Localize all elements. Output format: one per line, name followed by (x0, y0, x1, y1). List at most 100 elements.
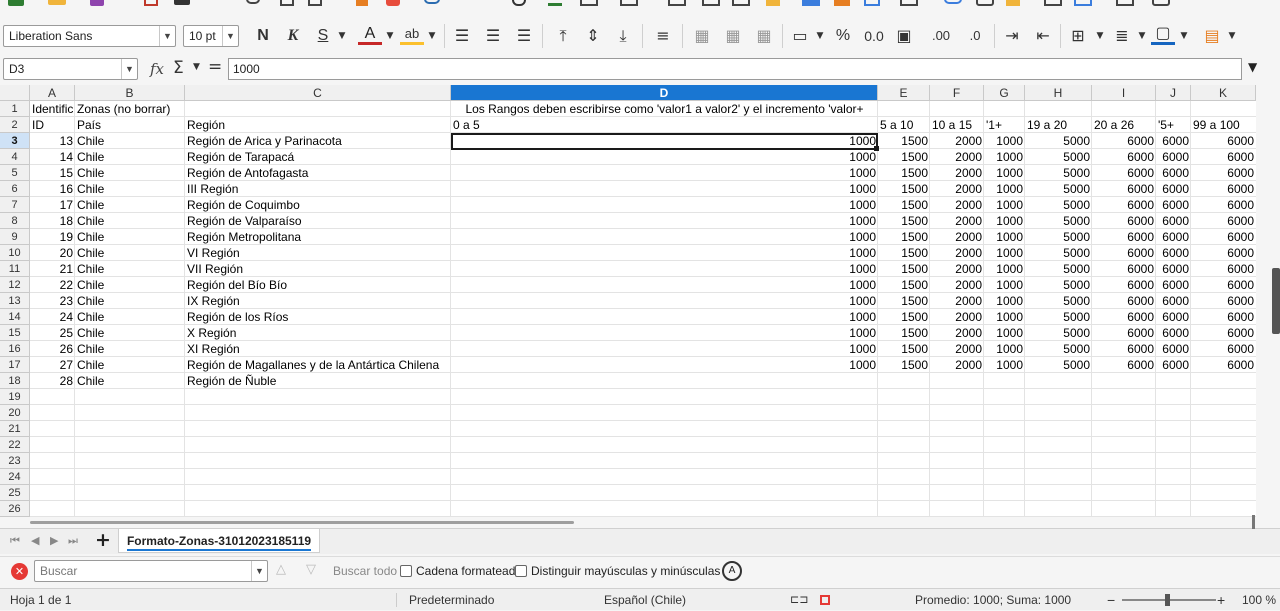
price-cell[interactable]: 5000 (1025, 149, 1092, 165)
price-cell[interactable]: 5000 (1025, 277, 1092, 293)
price-cell[interactable]: 1000 (984, 149, 1025, 165)
header-cell-range-note[interactable]: Los Rangos deben escribirse como 'valor1… (451, 101, 878, 117)
row-header-22[interactable]: 22 (0, 437, 30, 453)
price-cell[interactable]: 1000 (984, 341, 1025, 357)
price-cell[interactable]: 6000 (1156, 165, 1191, 181)
underline-dropdown[interactable]: ▼ (336, 24, 348, 48)
hyperlink-icon[interactable] (944, 0, 962, 4)
price-cell[interactable]: 6000 (1092, 293, 1156, 309)
price-cell[interactable]: 1500 (878, 325, 930, 341)
price-cell[interactable]: 5000 (1025, 197, 1092, 213)
row-header-21[interactable]: 21 (0, 421, 30, 437)
date-format-icon[interactable]: ▣ (892, 24, 916, 48)
price-cell[interactable]: 6000 (1156, 309, 1191, 325)
price-cell[interactable]: 5000 (1025, 261, 1092, 277)
page-style[interactable]: Predeterminado (409, 589, 494, 611)
price-cell[interactable]: 1000 (451, 229, 878, 245)
row-header-25[interactable]: 25 (0, 485, 30, 501)
align-bottom-icon[interactable]: ⤓ (611, 24, 635, 48)
print-icon[interactable] (174, 0, 190, 5)
highlight-button[interactable]: ab (400, 23, 424, 45)
clear-format-icon[interactable] (386, 0, 400, 6)
country-cell[interactable]: Chile (75, 229, 185, 245)
price-cell[interactable]: 1500 (878, 149, 930, 165)
price-cell[interactable]: 1000 (451, 293, 878, 309)
header-cell-zones-title[interactable]: Zonas (no borrar) (75, 101, 185, 117)
price-cell[interactable]: 1500 (878, 261, 930, 277)
align-right-icon[interactable]: ☰ (512, 24, 536, 48)
region-cell[interactable]: III Región (185, 181, 451, 197)
font-name-combo[interactable]: Liberation Sans ▼ (3, 25, 176, 47)
price-cell[interactable]: 6000 (1092, 165, 1156, 181)
align-center-icon[interactable]: ☰ (481, 24, 505, 48)
country-cell[interactable]: Chile (75, 165, 185, 181)
row-header-19[interactable]: 19 (0, 389, 30, 405)
price-cell[interactable]: 1500 (878, 229, 930, 245)
column-label-cell[interactable]: 19 a 20 (1025, 117, 1092, 133)
price-cell[interactable]: 1000 (984, 245, 1025, 261)
horizontal-scrollbar[interactable] (30, 521, 574, 524)
row-header-15[interactable]: 15 (0, 325, 30, 341)
column-label-cell[interactable]: ID (30, 117, 75, 133)
column-label-cell[interactable]: 0 a 5 (451, 117, 878, 133)
price-cell[interactable]: 1000 (451, 149, 878, 165)
row-header-10[interactable]: 10 (0, 245, 30, 261)
country-cell[interactable]: Chile (75, 261, 185, 277)
region-cell[interactable]: Región de Antofagasta (185, 165, 451, 181)
border-style-dropdown[interactable]: ▼ (1136, 24, 1148, 48)
country-cell[interactable]: Chile (75, 325, 185, 341)
column-header-b[interactable]: B (75, 85, 185, 101)
price-cell[interactable]: 1500 (878, 197, 930, 213)
save-icon[interactable] (90, 0, 104, 6)
clone-format-icon[interactable] (356, 0, 368, 6)
price-cell[interactable]: 5000 (1025, 325, 1092, 341)
price-cell[interactable]: 1000 (984, 357, 1025, 373)
price-cell[interactable]: 1500 (878, 181, 930, 197)
price-cell[interactable]: 6000 (1092, 181, 1156, 197)
price-cell[interactable]: 6000 (1191, 341, 1256, 357)
row-header-11[interactable]: 11 (0, 261, 30, 277)
price-cell[interactable]: 6000 (1191, 245, 1256, 261)
undo-icon[interactable] (424, 0, 440, 4)
id-cell[interactable]: 28 (30, 373, 75, 389)
price-cell[interactable]: 6000 (1092, 245, 1156, 261)
row-header-20[interactable]: 20 (0, 405, 30, 421)
prev-sheet-icon[interactable]: ◀ (31, 534, 39, 547)
price-cell[interactable]: 6000 (1156, 357, 1191, 373)
id-cell[interactable]: 23 (30, 293, 75, 309)
column-label-cell[interactable]: '1+ (984, 117, 1025, 133)
price-cell[interactable]: 5000 (1025, 245, 1092, 261)
column-label-cell[interactable]: 5 a 10 (878, 117, 930, 133)
price-cell[interactable]: 1000 (984, 309, 1025, 325)
price-cell[interactable]: 5000 (1025, 213, 1092, 229)
price-cell[interactable]: 2000 (930, 245, 984, 261)
price-cell[interactable]: 1000 (984, 325, 1025, 341)
border-color-icon[interactable]: ▢ (1151, 23, 1175, 45)
country-cell[interactable]: Chile (75, 213, 185, 229)
zoom-out-icon[interactable]: − (1107, 589, 1115, 611)
formatted-checkbox[interactable] (400, 565, 412, 577)
row-header-7[interactable]: 7 (0, 197, 30, 213)
price-cell[interactable]: 6000 (1156, 213, 1191, 229)
find-replace-icon[interactable] (512, 0, 526, 6)
zoom-in-icon[interactable]: + (1217, 589, 1225, 611)
selection-mode-icon[interactable]: ⊏⊐ (790, 589, 808, 611)
sort-desc-icon[interactable] (732, 0, 750, 6)
close-findbar-icon[interactable]: ✕ (11, 563, 28, 580)
price-cell[interactable]: 1000 (984, 213, 1025, 229)
column-header-g[interactable]: G (984, 85, 1025, 101)
column-header-c[interactable]: C (185, 85, 451, 101)
row-icon[interactable] (580, 0, 598, 6)
align-left-icon[interactable]: ☰ (450, 24, 474, 48)
price-cell[interactable]: 1500 (878, 213, 930, 229)
find-input[interactable]: Buscar ▼ (34, 560, 268, 582)
borders-dropdown[interactable]: ▼ (1094, 24, 1106, 48)
region-cell[interactable]: Región de Magallanes y de la Antártica C… (185, 357, 451, 373)
region-cell[interactable]: Región Metropolitana (185, 229, 451, 245)
price-cell[interactable]: 2000 (930, 309, 984, 325)
fill-handle[interactable] (874, 146, 879, 151)
row-header-24[interactable]: 24 (0, 469, 30, 485)
region-cell[interactable]: Región de Ñuble (185, 373, 451, 389)
column-label-cell[interactable]: 99 a 100 (1191, 117, 1256, 133)
sum-icon[interactable]: Σ (173, 58, 184, 78)
